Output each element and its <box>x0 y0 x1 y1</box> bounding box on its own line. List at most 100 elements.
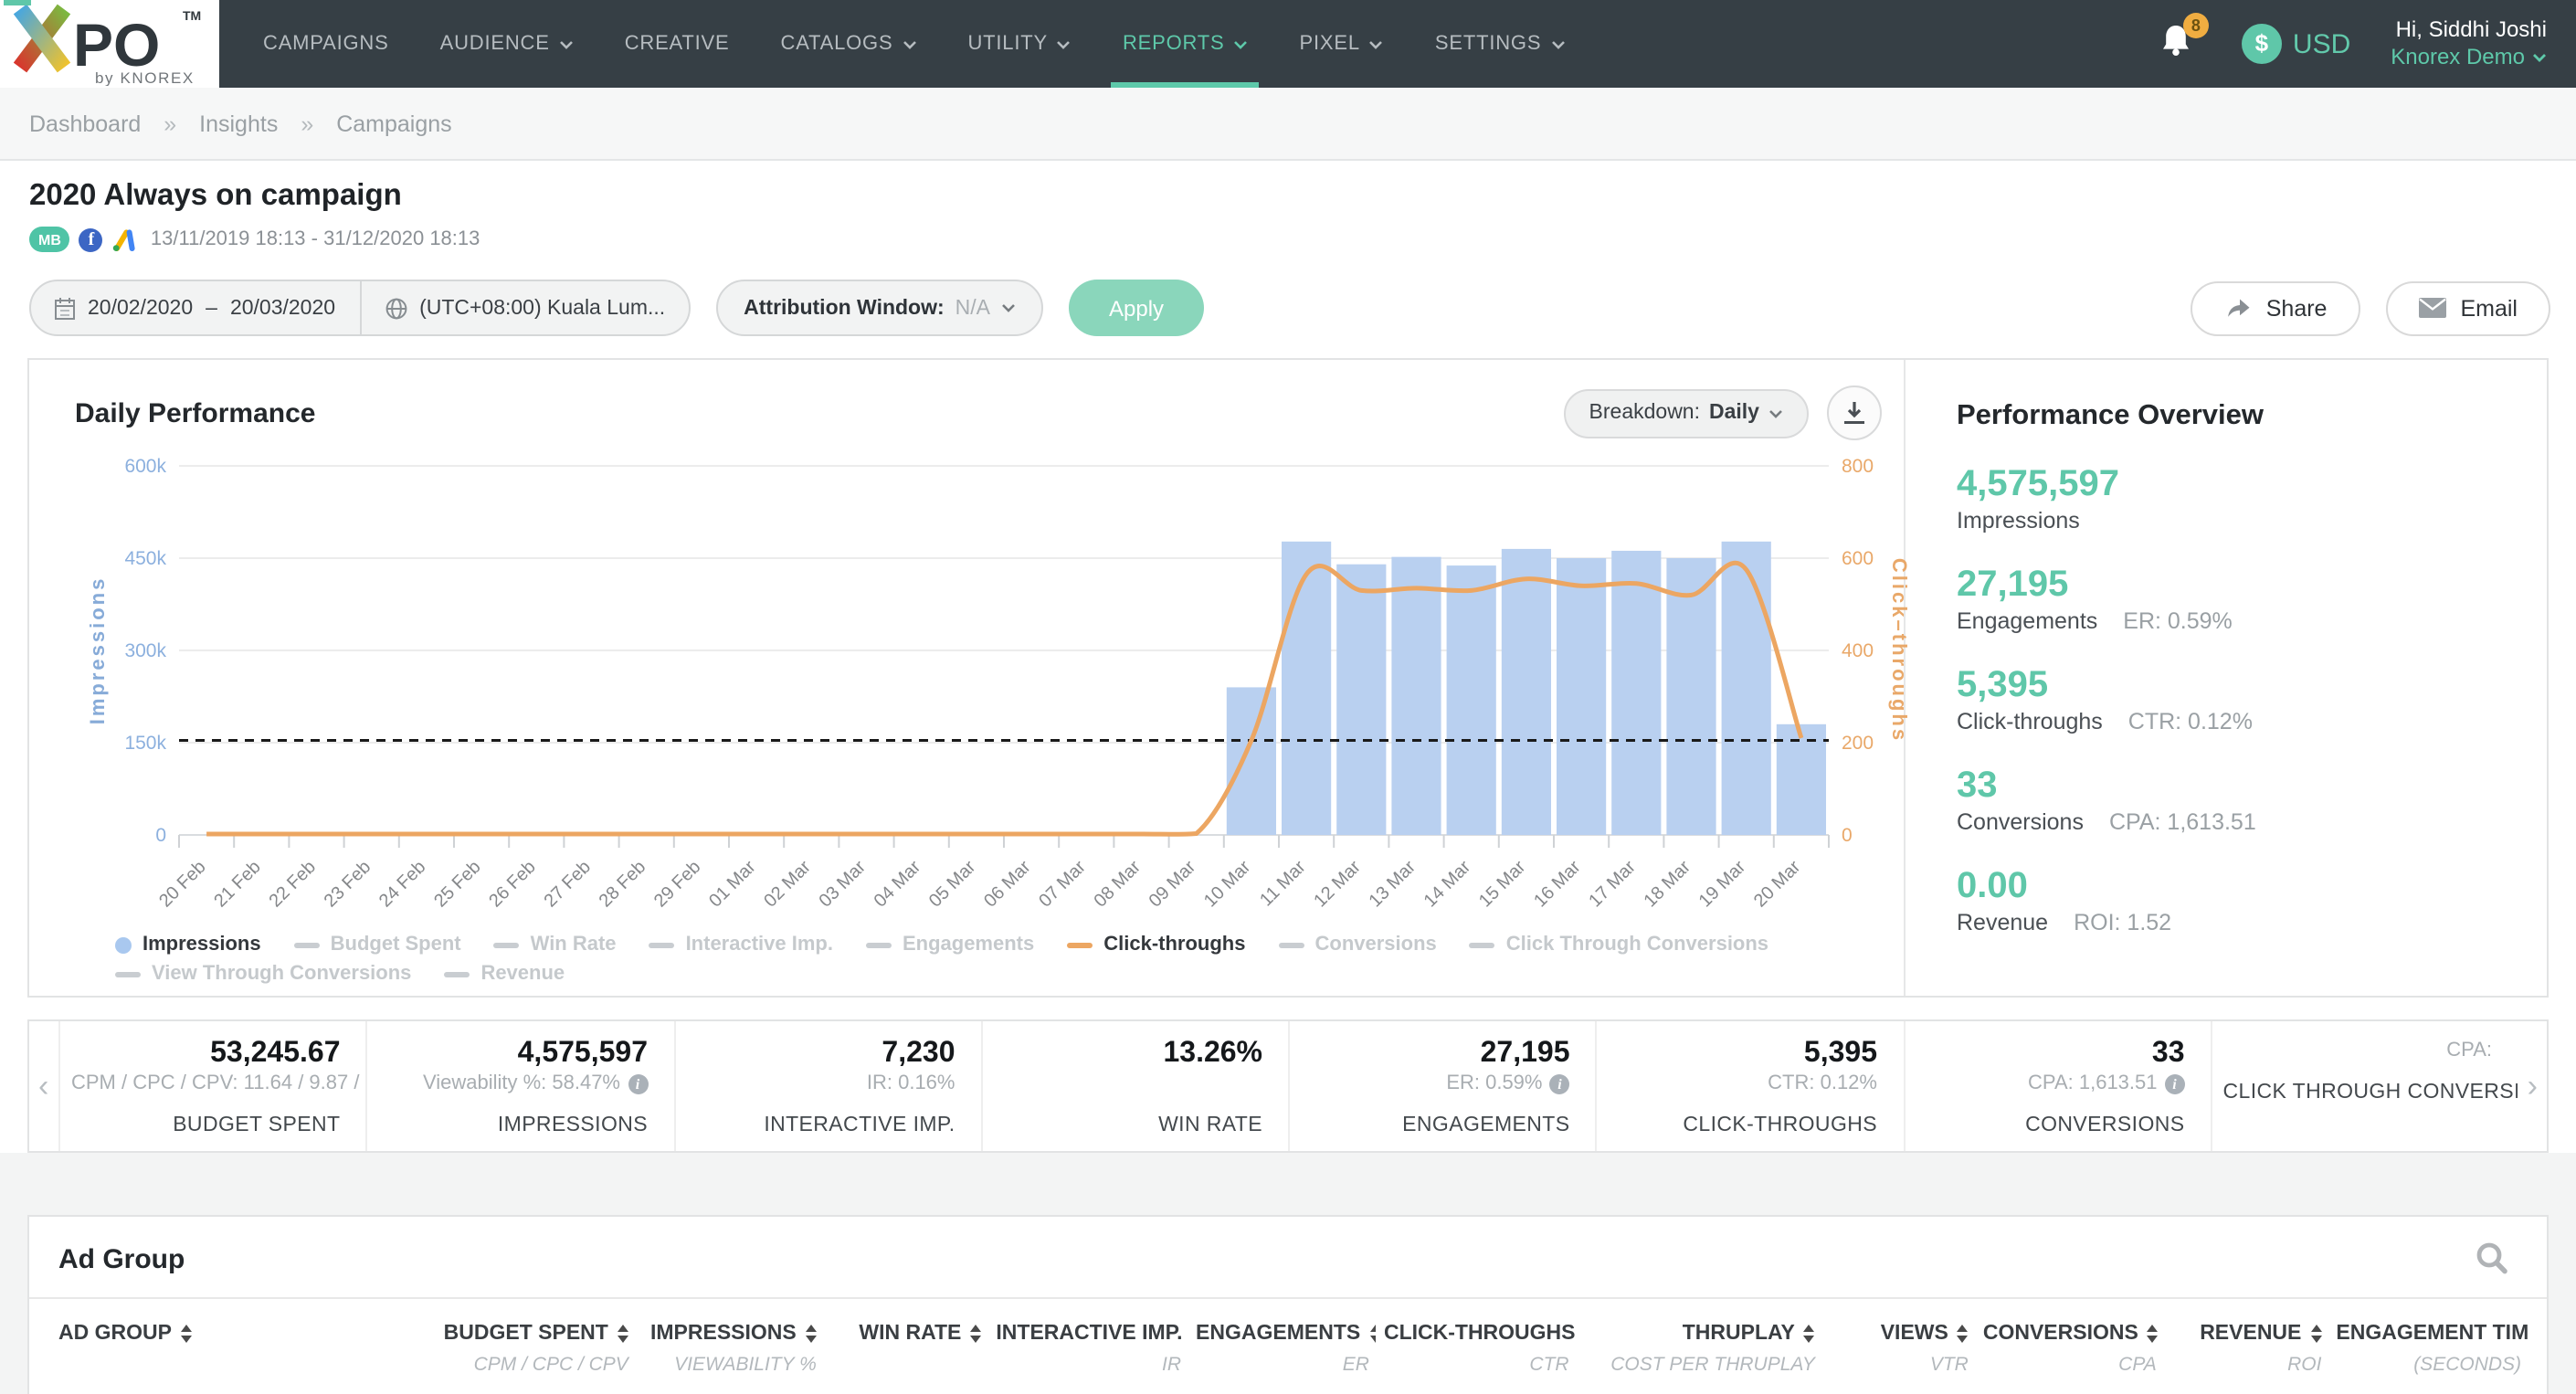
info-icon[interactable]: i <box>1550 1074 1570 1094</box>
kpi-cell-impressions[interactable]: 4,575,597Viewability %: 58.47%iIMPRESSIO… <box>366 1021 674 1151</box>
legend-item-click-throughs[interactable]: Click-throughs <box>1067 934 1245 956</box>
sort-icon[interactable] <box>618 1325 628 1343</box>
column-sub-label: CPA <box>1983 1354 2157 1376</box>
download-icon <box>1842 400 1867 426</box>
right-axis-tick: 600 <box>1842 548 1874 569</box>
kpi-value: 27,195 <box>1301 1038 1570 1071</box>
legend-item-impressions[interactable]: Impressions <box>115 934 261 956</box>
column-header-engagement-time[interactable]: ENGAGEMENT TIME(SECONDS) <box>2328 1315 2528 1376</box>
legend-item-win-rate[interactable]: Win Rate <box>494 934 617 956</box>
column-header-engagements[interactable]: ENGAGEMENTSER <box>1188 1315 1377 1376</box>
metric-label: Impressions <box>1957 508 2080 533</box>
column-header-win-rate[interactable]: WIN RATE <box>824 1315 989 1376</box>
column-header-budget-spent[interactable]: BUDGET SPENTCPM / CPC / CPV <box>425 1315 636 1376</box>
legend-item-view-through-conversions[interactable]: View Through Conversions <box>115 963 411 985</box>
legend-item-revenue[interactable]: Revenue <box>444 963 565 985</box>
download-chart-button[interactable] <box>1827 385 1882 440</box>
column-header-conversions[interactable]: CONVERSIONS CPA <box>1976 1315 2164 1376</box>
kpi-summary-bar: ‹ 53,245.67CPM / CPC / CPV: 11.64 / 9.87… <box>27 1019 2549 1153</box>
sort-icon[interactable] <box>1369 1325 1377 1343</box>
sort-icon[interactable] <box>181 1325 192 1343</box>
chart-pane: Daily Performance Breakdown: Daily <box>29 360 1904 996</box>
svg-text:PO: PO <box>73 11 160 79</box>
breadcrumb-dashboard[interactable]: Dashboard <box>29 111 141 137</box>
column-sub-label: COST PER THRUPLAY <box>1584 1354 1815 1376</box>
column-header-ad-group[interactable]: AD GROUP <box>51 1315 425 1376</box>
scroll-left-chevron-icon[interactable]: ‹ <box>38 1069 48 1105</box>
legend-item-conversions[interactable]: Conversions <box>1279 934 1437 956</box>
date-range-picker[interactable]: 20/02/2020 – 20/03/2020 <box>31 297 359 319</box>
timezone-selector[interactable]: (UTC+08:00) Kuala Lum... <box>361 297 689 319</box>
right-axis-tick: 400 <box>1842 640 1874 661</box>
nav-item-settings[interactable]: SETTINGS <box>1409 0 1590 88</box>
kpi-sub-metric: CPA: 1,613.51i <box>1916 1072 2185 1098</box>
nav-item-audience[interactable]: AUDIENCE <box>415 0 599 88</box>
column-header-views[interactable]: VIEWSVTR <box>1822 1315 1976 1376</box>
kpi-sub-metric: IR: 0.16% <box>686 1072 955 1098</box>
left-axis-tick: 0 <box>155 825 166 846</box>
sort-icon[interactable] <box>2310 1325 2321 1343</box>
x-axis-label: 20 Mar <box>1750 857 1805 912</box>
column-header-interactive-imp-[interactable]: INTERACTIVE IMP.IR <box>988 1315 1188 1376</box>
nav-item-campaigns[interactable]: CAMPAIGNS <box>238 0 415 88</box>
breadcrumb-campaigns[interactable]: Campaigns <box>336 111 451 137</box>
breakdown-dropdown[interactable]: Breakdown: Daily <box>1564 388 1809 438</box>
account-name: Knorex Demo <box>2391 44 2525 71</box>
date-to[interactable]: 20/03/2020 <box>230 297 335 319</box>
legend-item-interactive-imp-[interactable]: Interactive Imp. <box>649 934 833 956</box>
sort-icon[interactable] <box>1958 1325 1969 1343</box>
column-header-impressions[interactable]: IMPRESSIONSVIEWABILITY % <box>636 1315 824 1376</box>
x-axis-label: 21 Feb <box>210 857 265 912</box>
kpi-cell-click-throughs[interactable]: 5,395CTR: 0.12%CLICK-THROUGHS <box>1596 1021 1904 1151</box>
currency-selector[interactable]: $ USD <box>2242 24 2350 64</box>
kpi-cell-click-through-conversions[interactable]: CPA:CLICK THROUGH CONVERSIONS <box>2211 1021 2518 1151</box>
notifications-bell[interactable]: 8 <box>2154 20 2201 68</box>
user-menu[interactable]: Hi, Siddhi Joshi Knorex Demo <box>2391 16 2547 71</box>
nav-item-reports[interactable]: REPORTS <box>1097 0 1274 88</box>
sort-asc-icon <box>181 1325 192 1333</box>
campaign-date-range: 13/11/2019 18:13 - 31/12/2020 18:13 <box>151 228 480 250</box>
info-icon[interactable]: i <box>628 1074 648 1094</box>
sort-desc-icon <box>1804 1336 1815 1343</box>
column-label-line: WIN RATE <box>859 1323 981 1345</box>
attribution-window-dropdown[interactable]: Attribution Window: N/A <box>716 280 1043 336</box>
email-button[interactable]: Email <box>2385 280 2550 335</box>
nav-item-catalogs[interactable]: CATALOGS <box>755 0 943 88</box>
scroll-right-chevron-icon[interactable]: › <box>2528 1069 2538 1105</box>
x-axis-label: 18 Mar <box>1640 857 1694 912</box>
metric-label: Engagements <box>1957 608 2097 634</box>
kpi-cell-budget-spent[interactable]: 53,245.67CPM / CPC / CPV: 11.64 / 9.87 /… <box>58 1021 366 1151</box>
nav-item-creative[interactable]: CREATIVE <box>599 0 755 88</box>
column-label: CONVERSIONS <box>1983 1323 2138 1345</box>
kpi-label: CONVERSIONS <box>1916 1114 2185 1136</box>
left-axis-tick: 150k <box>124 733 166 754</box>
kpi-cell-engagements[interactable]: 27,195ER: 0.59%iENGAGEMENTS <box>1288 1021 1596 1151</box>
legend-item-click-through-conversions[interactable]: Click Through Conversions <box>1470 934 1768 956</box>
share-button[interactable]: Share <box>2191 280 2360 335</box>
sort-asc-icon <box>970 1325 981 1333</box>
column-label-line: REVENUE <box>2200 1323 2321 1345</box>
kpi-cell-conversions[interactable]: 33CPA: 1,613.51iCONVERSIONS <box>1903 1021 2211 1151</box>
search-icon[interactable] <box>2474 1241 2510 1277</box>
sort-icon[interactable] <box>970 1325 981 1343</box>
sort-icon[interactable] <box>2148 1325 2159 1343</box>
info-icon[interactable]: i <box>2165 1074 2185 1094</box>
xpo-logo[interactable]: PO TM by KNOREX <box>0 0 219 88</box>
sort-icon[interactable] <box>806 1325 817 1343</box>
kpi-cell-interactive-imp-[interactable]: 7,230IR: 0.16%INTERACTIVE IMP. <box>673 1021 981 1151</box>
nav-item-pixel[interactable]: PIXEL <box>1274 0 1409 88</box>
performance-chart[interactable]: 00150k200300k400450k600600k800Impression… <box>84 442 1911 913</box>
apply-button[interactable]: Apply <box>1069 280 1204 336</box>
sort-icon[interactable] <box>1804 1325 1815 1343</box>
kpi-cell-win-rate[interactable]: 13.26%WIN RATE <box>981 1021 1289 1151</box>
date-from[interactable]: 20/02/2020 <box>88 297 193 319</box>
sort-desc-icon <box>2310 1336 2321 1343</box>
column-header-thruplay[interactable]: THRUPLAYCOST PER THRUPLAY <box>1577 1315 1822 1376</box>
column-header-revenue[interactable]: REVENUEROI <box>2164 1315 2329 1376</box>
legend-item-engagements[interactable]: Engagements <box>866 934 1034 956</box>
breadcrumb-insights[interactable]: Insights <box>199 111 278 137</box>
legend-marker <box>115 971 141 977</box>
nav-item-utility[interactable]: UTILITY <box>942 0 1097 88</box>
column-header-click-throughs[interactable]: CLICK-THROUGHSCTR <box>1377 1315 1577 1376</box>
legend-item-budget-spent[interactable]: Budget Spent <box>294 934 461 956</box>
